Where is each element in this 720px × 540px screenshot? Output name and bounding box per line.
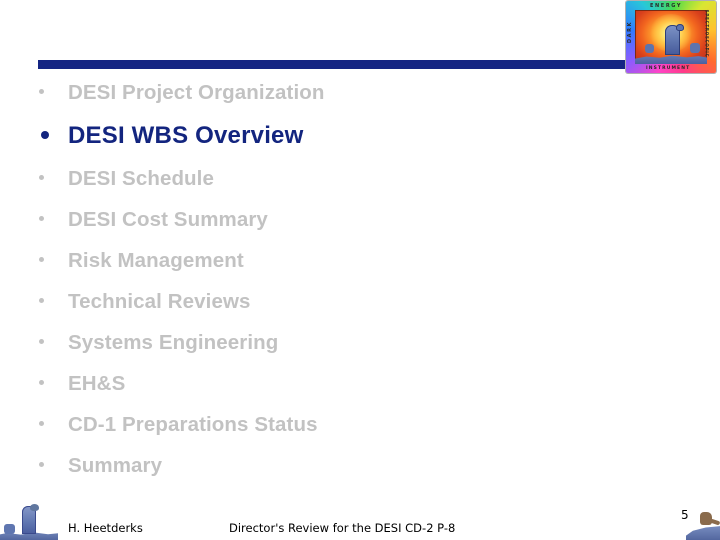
outline-item[interactable]: EH&S (0, 363, 640, 404)
outline-item-label: EH&S (68, 371, 126, 395)
outline-item[interactable]: DESI Project Organization (0, 72, 640, 113)
logo-word-bottom: INSTRUMENT (646, 66, 691, 71)
bullet-icon (39, 462, 44, 467)
outline-item-label: DESI Schedule (68, 166, 214, 190)
outline-item[interactable]: DESI Cost Summary (0, 199, 640, 240)
outline-item-label: Summary (68, 453, 163, 477)
bullet-icon (39, 339, 44, 344)
outline-item-label: CD-1 Preparations Status (68, 412, 318, 436)
outline-item[interactable]: Systems Engineering (0, 322, 640, 363)
bullet-icon (39, 380, 44, 385)
outline-list: DESI Project Organization DESI WBS Overvi… (0, 72, 640, 486)
outline-item[interactable]: DESI WBS Overview (0, 113, 640, 158)
bullet-icon (39, 421, 44, 426)
outline-item-label: DESI Project Organization (68, 80, 325, 104)
outline-item-label: DESI Cost Summary (68, 207, 268, 231)
outline-item-label: Risk Management (68, 248, 244, 272)
bullet-icon (39, 175, 44, 180)
outline-item[interactable]: Technical Reviews (0, 281, 640, 322)
outline-item[interactable]: CD-1 Preparations Status (0, 404, 640, 445)
footer-monolith-head (30, 504, 39, 511)
logo-word-right: SPECTROSCOPIC (704, 9, 710, 58)
footer-creature-left (4, 524, 15, 534)
bullet-icon (39, 216, 44, 221)
logo-creature-left (645, 44, 654, 53)
logo-artwork (635, 10, 707, 64)
bullet-icon (41, 131, 49, 139)
footer-author: H. Heetderks (68, 521, 143, 535)
footer-hill-right (686, 525, 720, 540)
outline-item[interactable]: DESI Schedule (0, 158, 640, 199)
bullet-icon (39, 89, 44, 94)
desi-logo: ENERGY DARK SPECTROSCOPIC INSTRUMENT (626, 1, 716, 73)
logo-creature-right (690, 43, 700, 53)
logo-word-left: DARK (627, 20, 634, 44)
title-rule (38, 60, 626, 69)
slide-canvas: ENERGY DARK SPECTROSCOPIC INSTRUMENT DES… (0, 0, 720, 540)
footer-monolith-decoration (0, 500, 64, 540)
outline-item[interactable]: Summary (0, 445, 640, 486)
footer-creature-right-tail (709, 518, 720, 526)
logo-monolith-head (676, 24, 684, 31)
bullet-icon (39, 298, 44, 303)
outline-item[interactable]: Risk Management (0, 240, 640, 281)
bullet-icon (39, 257, 44, 262)
footer-creature-decoration (686, 500, 720, 540)
logo-word-top: ENERGY (650, 3, 683, 9)
outline-item-label: DESI WBS Overview (68, 121, 304, 149)
footer-title: Director's Review for the DESI CD-2 P-8 (229, 521, 456, 535)
outline-item-label: Systems Engineering (68, 330, 279, 354)
outline-item-label: Technical Reviews (68, 289, 251, 313)
